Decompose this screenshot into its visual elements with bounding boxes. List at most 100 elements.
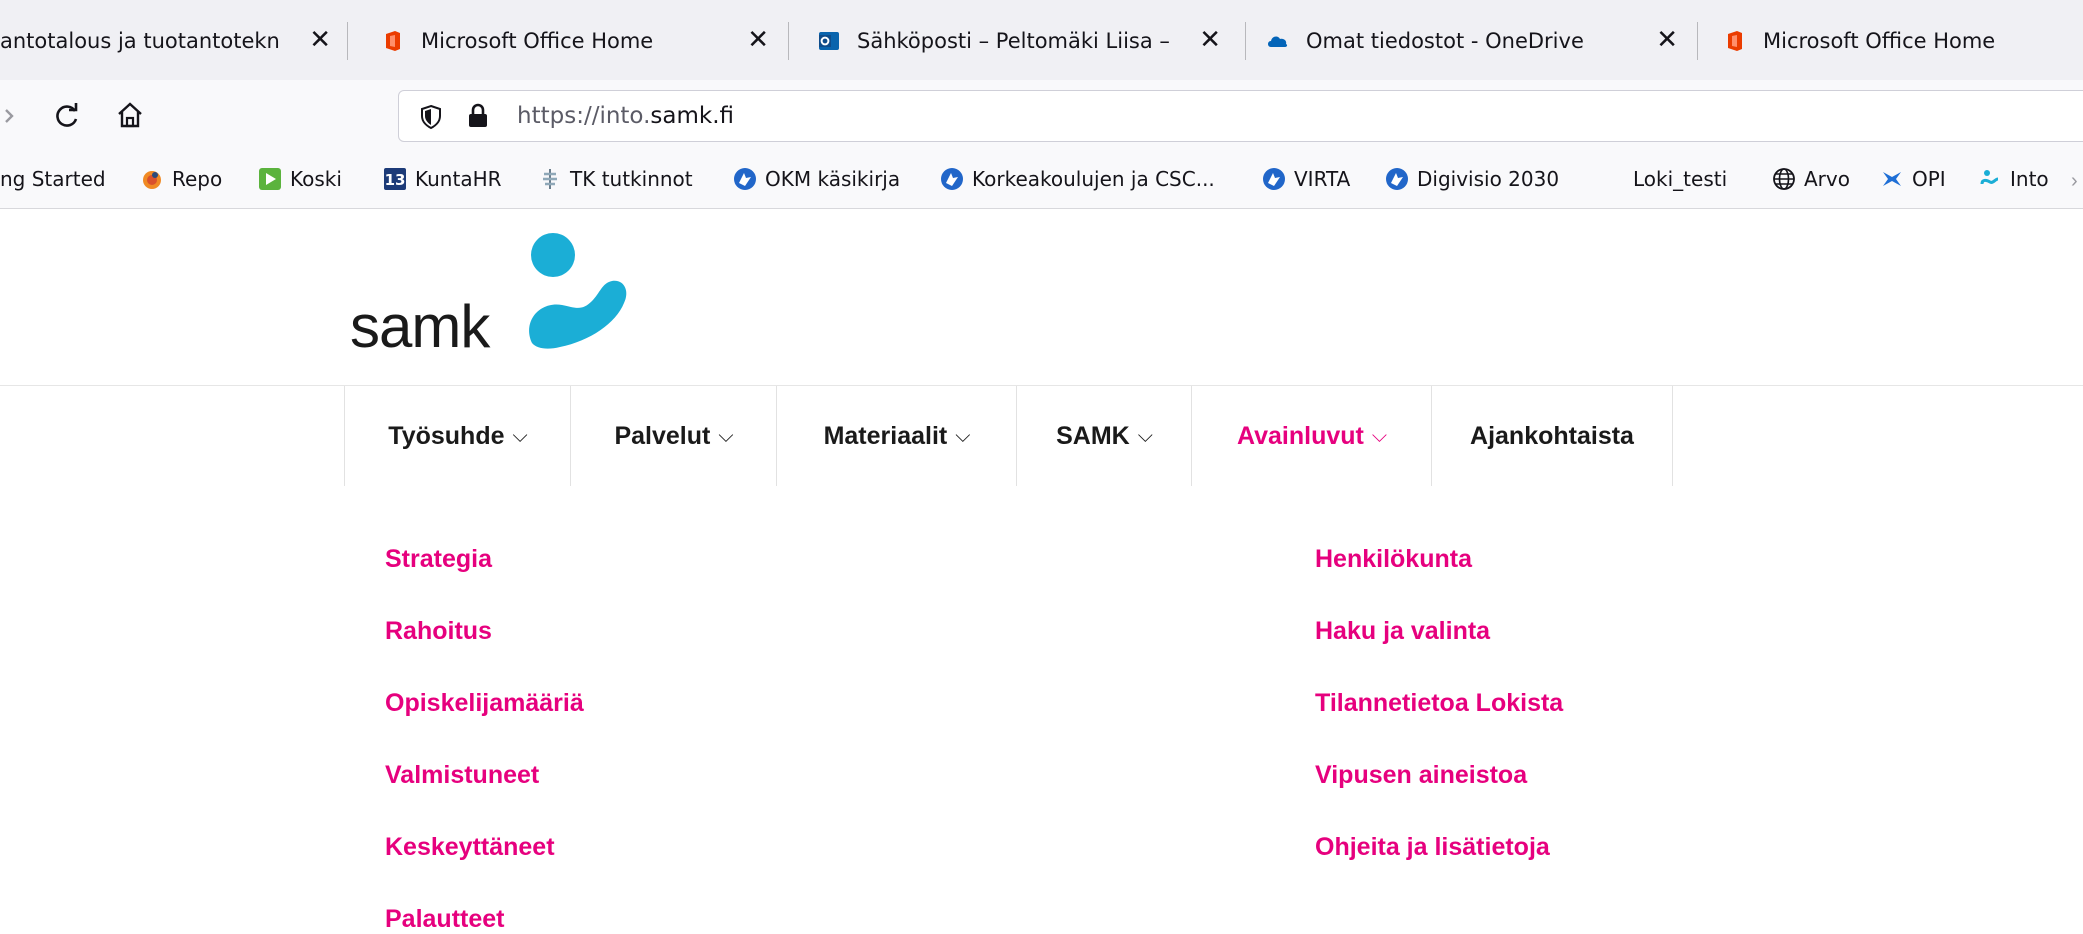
bookmark-opi[interactable]: OPI	[1880, 167, 1946, 191]
tab-separator	[1697, 22, 1698, 60]
chevron-down-icon: ⌵	[1137, 424, 1153, 447]
bookmark-virta[interactable]: VIRTA	[1262, 167, 1350, 191]
lock-icon[interactable]	[466, 103, 490, 129]
csc-icon	[1386, 168, 1408, 190]
tab-title: Microsoft Office Home	[421, 29, 654, 53]
office-icon	[1728, 31, 1742, 51]
menu-link-henkilokunta[interactable]: Henkilökunta	[1315, 545, 1472, 574]
nav-label: Palvelut	[614, 421, 711, 450]
nav-ajankohtaista[interactable]: Ajankohtaista	[1431, 386, 1673, 486]
bookmark-label: Digivisio 2030	[1417, 167, 1560, 191]
tab-5[interactable]: Microsoft Office Home	[1705, 4, 2083, 78]
bookmark-label: Koski	[290, 167, 342, 191]
url-bar[interactable]: https://into.samk.fi	[398, 90, 2083, 142]
forward-icon[interactable]	[4, 106, 16, 126]
csc-icon	[941, 168, 963, 190]
overflow-chevron-icon[interactable]: ›	[2071, 170, 2078, 193]
tab-1[interactable]: antotalous ja tuotantotekn ✕	[0, 4, 345, 78]
tab-close-icon[interactable]: ✕	[1656, 24, 1678, 56]
bookmark-label: Repo	[172, 167, 223, 191]
url-domain: samk.fi	[650, 103, 735, 129]
office-icon	[386, 31, 400, 51]
tab-2[interactable]: Microsoft Office Home ✕	[355, 4, 783, 78]
tab-separator	[788, 22, 789, 60]
outlook-icon	[819, 32, 839, 50]
bookmark-tk-tutkinnot[interactable]: TK tutkinnot	[538, 167, 693, 191]
url-prefix: https://into.	[517, 103, 651, 129]
bookmark-okm-kasikirja[interactable]: OKM käsikirja	[733, 167, 900, 191]
tab-separator	[1245, 22, 1246, 60]
nav-avainluvut[interactable]: Avainluvut ⌵	[1191, 386, 1432, 486]
menu-link-haku-ja-valinta[interactable]: Haku ja valinta	[1315, 617, 1490, 646]
logo-text: samk	[350, 293, 490, 360]
tab-close-icon[interactable]: ✕	[747, 24, 769, 56]
home-icon[interactable]	[115, 100, 145, 130]
tk-icon	[543, 169, 557, 189]
url-text: https://into.samk.fi	[517, 103, 734, 129]
chevron-down-icon: ⌵	[1371, 424, 1388, 447]
bookmark-loki-testi[interactable]: Loki_testi	[1633, 167, 1727, 191]
tab-bar: antotalous ja tuotantotekn ✕ Microsoft O…	[0, 0, 2083, 80]
bookmark-getting-started[interactable]: ng Started	[0, 167, 106, 191]
tab-close-icon[interactable]: ✕	[1199, 24, 1221, 56]
nav-label: SAMK	[1056, 421, 1130, 450]
bookmark-label: Korkeakoulujen ja CSC...	[972, 167, 1215, 191]
menu-link-strategia[interactable]: Strategia	[385, 545, 492, 574]
nav-palvelut[interactable]: Palvelut ⌵	[570, 386, 777, 486]
main-navigation: Työsuhde ⌵ Palvelut ⌵ Materiaalit ⌵ SAMK ⌵ A…	[0, 385, 2083, 486]
menu-link-opiskelijamaaria[interactable]: Opiskelijamääriä	[385, 689, 584, 718]
tab-separator	[347, 22, 348, 60]
repo-icon	[143, 171, 161, 189]
bookmark-koski[interactable]: Koski	[258, 167, 342, 191]
bookmark-digivisio[interactable]: Digivisio 2030	[1385, 167, 1559, 191]
tab-close-icon[interactable]: ✕	[309, 24, 331, 56]
chevron-down-icon: ⌵	[955, 424, 971, 447]
globe-icon	[1773, 168, 1795, 190]
csc-icon	[734, 168, 756, 190]
chevron-down-icon: ⌵	[718, 424, 734, 447]
menu-link-keskeyttaneet[interactable]: Keskeyttäneet	[385, 833, 555, 862]
bookmark-arvo[interactable]: Arvo	[1772, 167, 1850, 191]
bookmark-label: Into	[2010, 167, 2049, 191]
bookmark-label: ng Started	[0, 167, 106, 191]
bookmark-label: KuntaHR	[415, 167, 502, 191]
bookmarks-bar: ng Started Repo Koski 13 KuntaHR TK tutk…	[0, 152, 2083, 209]
menu-link-valmistuneet[interactable]: Valmistuneet	[385, 761, 539, 790]
nav-label: Työsuhde	[388, 421, 505, 450]
kuntahr-icon: 13	[384, 168, 406, 190]
samk-logo-icon	[1980, 170, 1999, 185]
bookmark-label: Arvo	[1804, 167, 1850, 191]
samk-logo-icon	[529, 233, 627, 349]
chevron-down-icon: ⌵	[512, 424, 528, 447]
bookmark-label: TK tutkinnot	[570, 167, 693, 191]
tab-4[interactable]: Omat tiedostot - OneDrive ✕	[1252, 4, 1692, 78]
reload-icon[interactable]	[52, 100, 82, 130]
menu-link-vipusen-aineistoa[interactable]: Vipusen aineistoa	[1315, 761, 1527, 790]
nav-materiaalit[interactable]: Materiaalit ⌵	[776, 386, 1017, 486]
opi-icon	[1883, 172, 1901, 186]
menu-link-rahoitus[interactable]: Rahoitus	[385, 617, 492, 646]
tab-title: Omat tiedostot - OneDrive	[1306, 29, 1584, 53]
play-icon	[259, 168, 281, 190]
nav-label: Materiaalit	[823, 421, 948, 450]
bookmark-korkeakoulujen[interactable]: Korkeakoulujen ja CSC...	[940, 167, 1215, 191]
menu-link-palautteet[interactable]: Palautteet	[385, 905, 504, 934]
menu-link-tilannetietoa-lokista[interactable]: Tilannetietoa Lokista	[1315, 689, 1563, 718]
nav-label: Ajankohtaista	[1470, 421, 1634, 450]
bookmark-label: OKM käsikirja	[765, 167, 901, 191]
menu-link-ohjeita[interactable]: Ohjeita ja lisätietoja	[1315, 833, 1550, 862]
bookmark-repo[interactable]: Repo	[140, 167, 222, 191]
samk-logo[interactable]: samk	[0, 209, 700, 379]
bookmark-label: Loki_testi	[1633, 167, 1728, 191]
tab-title: antotalous ja tuotantotekn	[0, 29, 280, 53]
bookmark-label: VIRTA	[1294, 167, 1351, 191]
nav-tyosuhde[interactable]: Työsuhde ⌵	[344, 386, 571, 486]
nav-samk[interactable]: SAMK ⌵	[1016, 386, 1192, 486]
tab-title: Microsoft Office Home	[1763, 29, 1996, 53]
bookmark-kuntahr[interactable]: 13 KuntaHR	[383, 167, 502, 191]
onedrive-icon	[1268, 36, 1288, 47]
tab-3[interactable]: Sähköposti – Peltomäki Liisa – ( ✕	[795, 4, 1235, 78]
bookmark-into[interactable]: Into	[1978, 167, 2049, 191]
shield-icon[interactable]	[419, 104, 443, 130]
navigation-toolbar: https://into.samk.fi	[0, 80, 2083, 152]
